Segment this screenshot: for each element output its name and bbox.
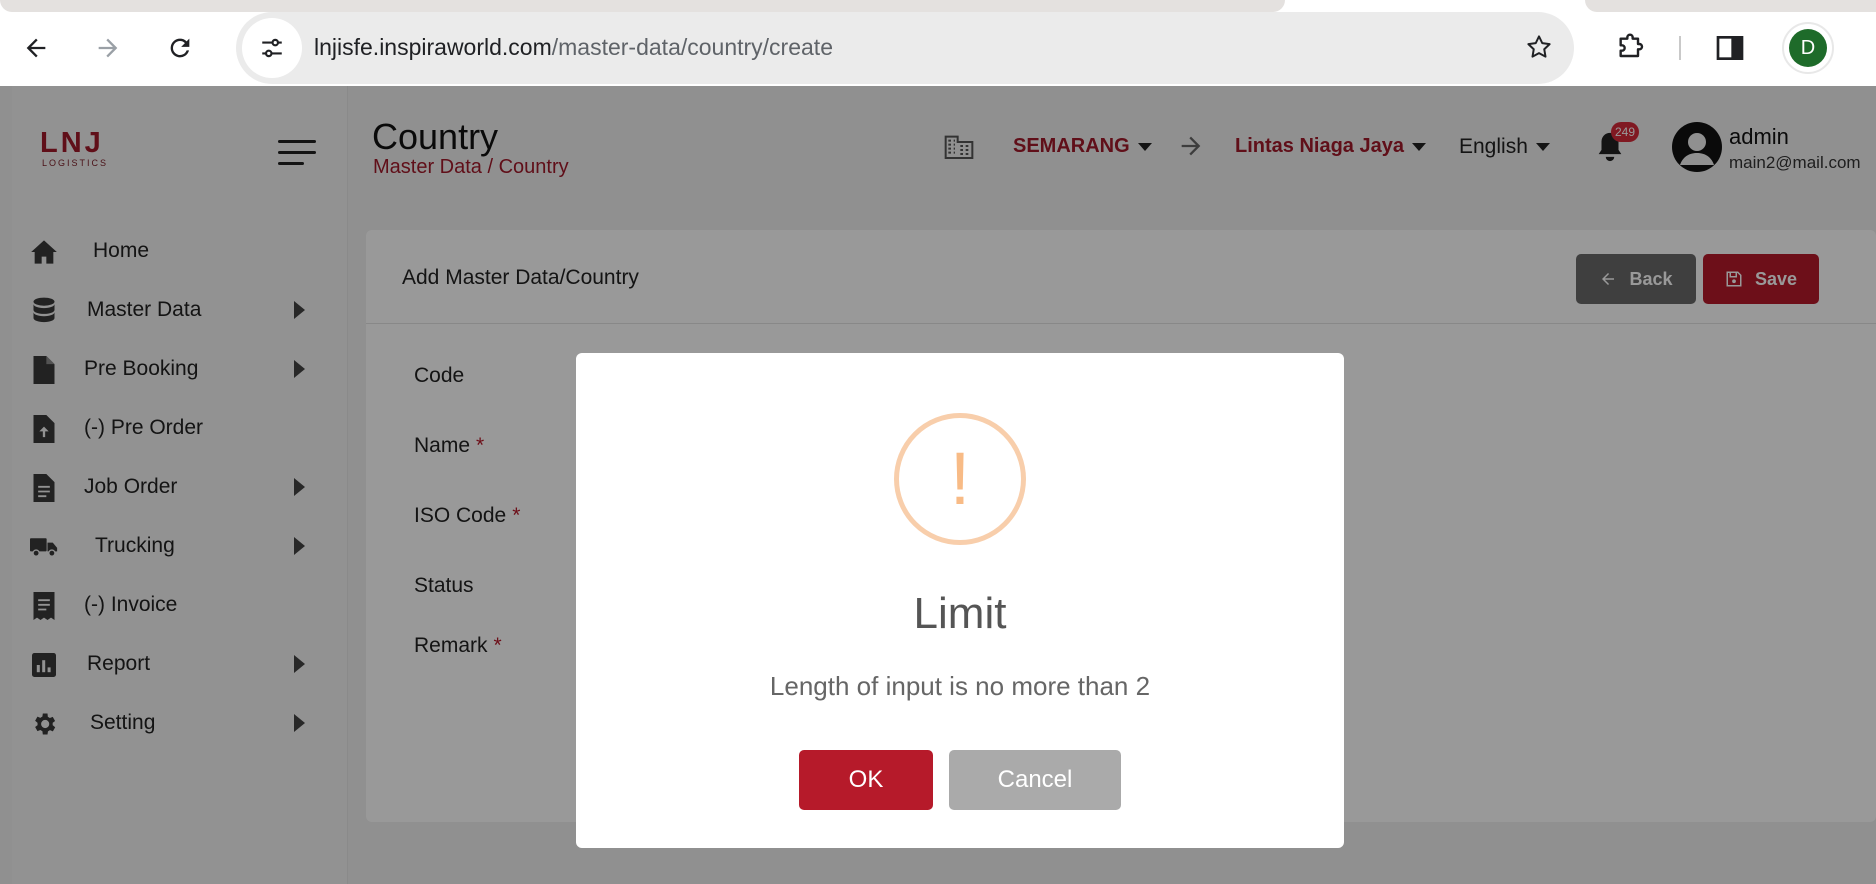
url-domain: lnjisfe.inspiraworld.com [314, 34, 552, 60]
arrow-left-icon [26, 38, 46, 58]
extensions-button[interactable] [1608, 26, 1652, 70]
profile-avatar: D [1789, 29, 1827, 67]
side-panel-button[interactable] [1708, 26, 1752, 70]
profile-button[interactable]: D [1782, 22, 1834, 74]
puzzle-icon [1619, 33, 1644, 58]
warning-glyph: ! [949, 437, 971, 520]
url-text: lnjisfe.inspiraworld.com/master-data/cou… [314, 34, 833, 61]
tune-icon [262, 38, 282, 58]
ok-button[interactable]: OK [799, 750, 933, 810]
cancel-button[interactable]: Cancel [949, 750, 1121, 810]
site-info-button[interactable] [242, 18, 302, 78]
side-panel-icon [1716, 36, 1744, 60]
arrow-right-icon [98, 38, 118, 58]
reload-icon [170, 38, 190, 58]
dialog-title: Limit [913, 589, 1007, 638]
browser-tab-strip [0, 0, 1876, 12]
browser-toolbar: lnjisfe.inspiraworld.com/master-data/cou… [0, 12, 1876, 86]
limit-dialog: ! Limit Length of input is no more than … [576, 353, 1344, 848]
browser-tab[interactable] [1585, 0, 1876, 12]
back-nav-button[interactable] [14, 26, 58, 70]
warning-icon: ! [894, 413, 1026, 545]
forward-nav-button[interactable] [86, 26, 130, 70]
dialog-message: Length of input is no more than 2 [769, 671, 1151, 701]
browser-tab[interactable] [0, 0, 1285, 12]
toolbar-separator [1679, 36, 1681, 60]
url-path: /master-data/country/create [551, 34, 833, 60]
address-bar[interactable]: lnjisfe.inspiraworld.com/master-data/cou… [236, 12, 1574, 84]
star-icon [1527, 35, 1551, 58]
bookmark-star-button[interactable] [1524, 32, 1554, 67]
reload-button[interactable] [158, 26, 202, 70]
